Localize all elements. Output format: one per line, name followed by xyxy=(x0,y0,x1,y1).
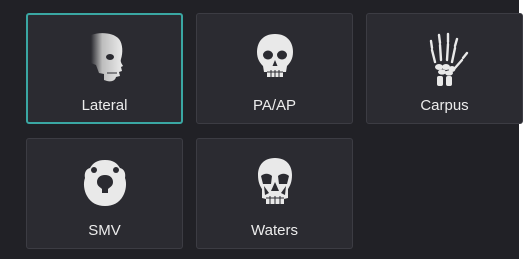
tile-lateral[interactable]: Lateral xyxy=(26,13,183,124)
skull-base-icon xyxy=(77,153,133,213)
skull-frontal-icon xyxy=(247,28,303,88)
tile-smv[interactable]: SMV xyxy=(26,138,183,249)
tile-pa-ap[interactable]: PA/AP xyxy=(196,13,353,124)
tile-carpus[interactable]: Carpus xyxy=(366,13,523,124)
tile-label: PA/AP xyxy=(252,97,297,114)
skull-lateral-icon xyxy=(77,29,133,89)
skull-waters-icon xyxy=(247,153,303,213)
hand-bones-icon xyxy=(417,28,473,88)
tile-label: Lateral xyxy=(81,97,128,114)
tile-label: Carpus xyxy=(420,97,469,114)
tile-label: Waters xyxy=(251,222,298,239)
projection-selector-panel: Lateral PA/AP Carpus SMV Waters xyxy=(0,0,527,259)
tile-label: SMV xyxy=(88,222,121,239)
tile-waters[interactable]: Waters xyxy=(196,138,353,249)
